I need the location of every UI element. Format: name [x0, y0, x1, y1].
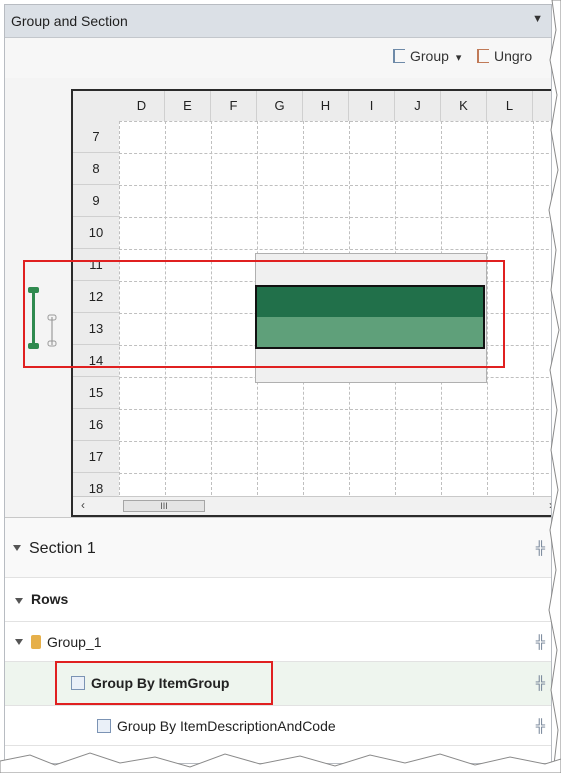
group-1-row[interactable]: Group_1 ╬ — [5, 622, 551, 662]
grid-line-horizontal — [119, 409, 551, 410]
group-1-text: Group_1 — [47, 634, 102, 650]
row-header[interactable]: 16 — [73, 409, 119, 441]
column-header[interactable]: J — [395, 91, 441, 121]
scroll-thumb[interactable]: III — [123, 500, 205, 512]
panel-titlebar: Group and Section ▼ — [5, 5, 551, 38]
rows-collapse-caret-icon[interactable] — [15, 598, 23, 604]
grid-line-horizontal — [119, 249, 551, 250]
grid-line-horizontal — [119, 153, 551, 154]
column-header[interactable]: H — [303, 91, 349, 121]
grid-line-horizontal — [119, 185, 551, 186]
group-icon — [393, 49, 405, 63]
corner-cell — [73, 91, 119, 121]
panel-dropdown-icon[interactable]: ▼ — [532, 13, 543, 25]
ungroup-icon — [477, 49, 489, 63]
group-by-desc-row[interactable]: Group By ItemDescriptionAndCode ╬ — [5, 706, 551, 746]
column-header[interactable]: K — [441, 91, 487, 121]
row-header[interactable]: 9 — [73, 185, 119, 217]
folder-icon — [31, 635, 41, 649]
group-by-desc-label: Group By ItemDescriptionAndCode — [97, 718, 336, 734]
column-header[interactable]: E — [165, 91, 211, 121]
column-header[interactable]: L — [487, 91, 533, 121]
row-header[interactable]: 17 — [73, 441, 119, 473]
row-header[interactable]: 8 — [73, 153, 119, 185]
torn-edge-right — [548, 0, 561, 773]
sort-settings-icon[interactable]: ╬ — [536, 540, 545, 555]
horizontal-scrollbar[interactable]: ‹ III › — [73, 496, 551, 515]
group-and-section-panel: Group and Section ▼ Group ▾ Ungro DEFGHI… — [4, 4, 552, 764]
column-header[interactable]: D — [119, 91, 165, 121]
highlight-group-callout — [55, 661, 273, 705]
ungroup-button-label: Ungro — [494, 48, 533, 64]
section-header[interactable]: Section 1 ╬ — [5, 518, 551, 578]
group-1-label: Group_1 — [31, 634, 101, 650]
group-1-caret-icon[interactable] — [15, 639, 23, 645]
row-header[interactable]: 15 — [73, 377, 119, 409]
grid-line-horizontal — [119, 121, 551, 122]
column-header[interactable]: F — [211, 91, 257, 121]
column-header[interactable]: I — [349, 91, 395, 121]
row-header[interactable]: 10 — [73, 217, 119, 249]
row-header[interactable]: 7 — [73, 121, 119, 153]
ungroup-button[interactable]: Ungro — [477, 48, 532, 64]
torn-edge-bottom — [0, 752, 561, 773]
rows-label: Rows — [31, 591, 69, 607]
panel-toolbar: Group ▾ Ungro — [5, 38, 551, 78]
group-1-settings-icon[interactable]: ╬ — [536, 634, 545, 649]
grid-line-horizontal — [119, 441, 551, 442]
collapse-caret-icon[interactable] — [13, 545, 21, 551]
section-panel: Section 1 ╬ Rows Group_1 ╬ Group By Item… — [5, 517, 551, 763]
highlight-rows-callout — [23, 260, 505, 368]
itemgroup-settings-icon[interactable]: ╬ — [536, 675, 545, 690]
group-row-icon-2 — [97, 719, 111, 733]
column-header[interactable]: G — [257, 91, 303, 121]
scroll-left-icon[interactable]: ‹ — [81, 498, 85, 512]
panel-title: Group and Section — [11, 13, 128, 29]
grid-line-horizontal — [119, 217, 551, 218]
chevron-down-icon: ▾ — [455, 52, 462, 64]
grid-line-horizontal — [119, 473, 551, 474]
section-title: Section 1 — [29, 540, 96, 557]
desc-settings-icon[interactable]: ╬ — [536, 718, 545, 733]
group-by-desc-text: Group By ItemDescriptionAndCode — [117, 718, 336, 734]
group-button-label: Group — [410, 48, 449, 64]
group-button[interactable]: Group ▾ — [393, 48, 461, 64]
rows-header[interactable]: Rows — [5, 578, 551, 622]
